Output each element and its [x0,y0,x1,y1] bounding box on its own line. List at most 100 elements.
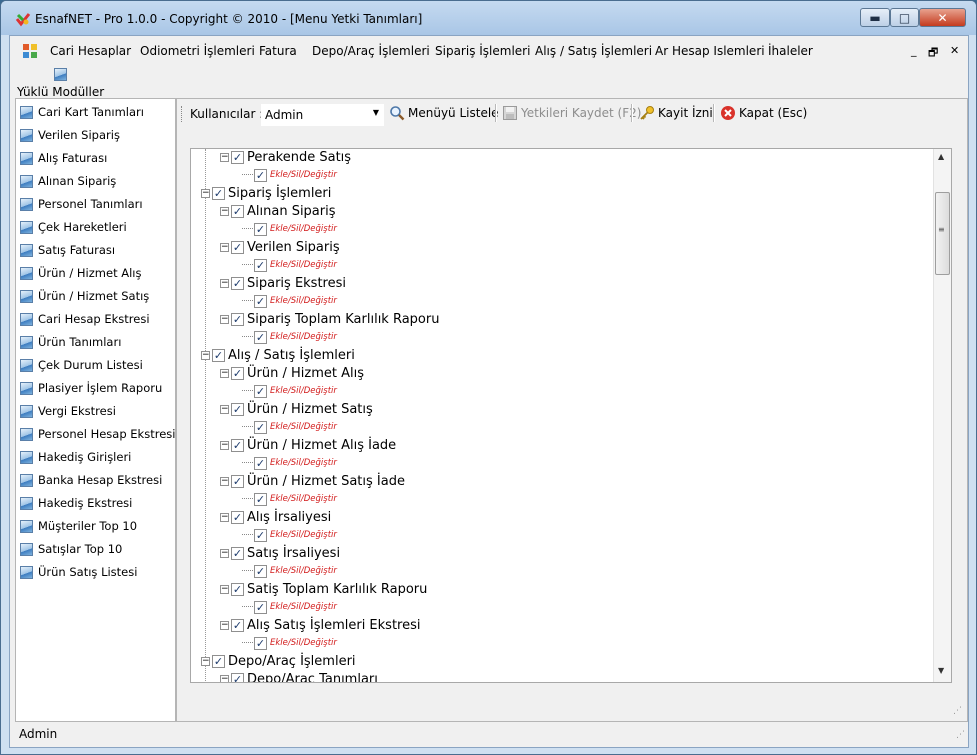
tree-checkbox[interactable]: ✓ [231,240,244,254]
sidebar-item[interactable]: Cari Kart Tanımları [20,102,144,122]
tree-checkbox[interactable]: ✓ [254,384,267,398]
menu-fatura[interactable]: Fatura [259,44,297,58]
tree-checkbox[interactable]: ✓ [254,330,267,344]
title-bar[interactable]: EsnafNET - Pro 1.0.0 - Copyright © 2010 … [1,1,976,35]
tree-checkbox[interactable]: ✓ [254,528,267,542]
tree-checkbox[interactable]: ✓ [231,276,244,290]
tree-checkbox[interactable]: ✓ [254,420,267,434]
tree-node[interactable]: − ✓ Depo/Araç Tanımları [220,670,378,682]
collapse-toggle-icon[interactable]: − [220,314,229,324]
tree-checkbox[interactable]: ✓ [231,366,244,380]
minimize-button[interactable]: ▬ [860,8,890,27]
collapse-toggle-icon[interactable]: − [220,476,229,486]
tree-node[interactable]: − ✓ Ürün / Hizmet Satış [220,400,373,418]
mdi-restore-button[interactable]: 🗗 [928,44,938,63]
menu-alis-satis-islemleri[interactable]: Alış / Satış İşlemleri [535,44,652,58]
sidebar-item[interactable]: Personel Tanımları [20,194,143,214]
tree-node[interactable]: − ✓ Sipariş İşlemleri [201,184,331,202]
tree-checkbox[interactable]: ✓ [231,582,244,596]
tree-permission-node[interactable]: ✓ Ekle/Sil/Değiştir [242,328,337,346]
tree-node[interactable]: − ✓ Alınan Sipariş [220,202,336,220]
tree-node[interactable]: − ✓ Alış Satış İşlemleri Ekstresi [220,616,421,634]
tree-checkbox[interactable]: ✓ [254,492,267,506]
sidebar-item[interactable]: Çek Hareketleri [20,217,127,237]
tree-node[interactable]: − ✓ Ürün / Hizmet Satış İade [220,472,405,490]
sidebar-item[interactable]: Hakediş Girişleri [20,447,131,467]
modules-image-icon[interactable] [54,68,67,81]
tree-node[interactable]: − ✓ Satış İrsaliyesi [220,544,340,562]
tree-checkbox[interactable]: ✓ [254,294,267,308]
tree-checkbox[interactable]: ✓ [231,510,244,524]
menu-cari-hesaplar[interactable]: Cari Hesaplar [50,44,131,58]
sidebar-item[interactable]: Ürün Tanımları [20,332,121,352]
sidebar-item[interactable]: Verilen Sipariş [20,125,120,145]
tree-permission-node[interactable]: ✓ Ekle/Sil/Değiştir [242,562,337,580]
tree-permission-node[interactable]: ✓ Ekle/Sil/Değiştir [242,526,337,544]
collapse-toggle-icon[interactable]: − [220,242,229,252]
scroll-down-arrow-icon[interactable]: ▼ [938,666,944,675]
collapse-toggle-icon[interactable]: − [220,278,229,288]
sidebar-item[interactable]: Alınan Sipariş [20,171,116,191]
tree-checkbox[interactable]: ✓ [254,168,267,182]
pane-size-grip-icon[interactable]: ⋰ [953,706,962,716]
save-permissions-button[interactable]: Yetkileri Kaydet (F2) [502,103,641,123]
tree-node[interactable]: − ✓ Alış / Satış İşlemleri [201,346,355,364]
sidebar-item[interactable]: Ürün / Hizmet Alış [20,263,141,283]
sidebar-item[interactable]: Plasiyer İşlem Raporu [20,378,162,398]
toolbar-grip[interactable] [181,106,185,122]
menu-odiometri-islemleri[interactable]: Odiometri İşlemleri [140,44,255,58]
tree-permission-node[interactable]: ✓ Ekle/Sil/Değiştir [242,454,337,472]
menu-ar-hesap-islemleri[interactable]: Ar Hesap Islemleri [655,44,765,58]
tree-node[interactable]: − ✓ Perakende Satış [220,149,351,166]
sidebar-item[interactable]: Personel Hesap Ekstresi [20,424,175,444]
menu-siparis-islemleri[interactable]: Sipariş İşlemleri [435,44,530,58]
save-permission-button[interactable]: Kayit İzni [639,103,713,123]
tree-checkbox[interactable]: ✓ [231,150,244,164]
menu-ihaleler[interactable]: İhaleler [768,44,813,58]
size-grip-icon[interactable]: ⋰ [956,730,965,740]
tree-permission-node[interactable]: ✓ Ekle/Sil/Değiştir [242,292,337,310]
tree-checkbox[interactable]: ✓ [231,618,244,632]
menu-depo-arac-islemleri[interactable]: Depo/Araç İşlemleri [312,44,430,58]
sidebar-item[interactable]: Alış Faturası [20,148,107,168]
tree-checkbox[interactable]: ✓ [254,564,267,578]
mdi-close-button[interactable]: ✕ [950,44,959,57]
scroll-up-arrow-icon[interactable]: ▲ [938,152,944,161]
tree-node[interactable]: − ✓ Depo/Araç İşlemleri [201,652,356,670]
tree-checkbox[interactable]: ✓ [254,222,267,236]
collapse-toggle-icon[interactable]: − [220,440,229,450]
tree-checkbox[interactable]: ✓ [231,546,244,560]
collapse-toggle-icon[interactable]: − [201,350,210,360]
collapse-toggle-icon[interactable]: − [201,656,210,666]
collapse-toggle-icon[interactable]: − [220,584,229,594]
tree-node[interactable]: − ✓ Verilen Sipariş [220,238,340,256]
tree-node[interactable]: − ✓ Satiş Toplam Karlılık Raporu [220,580,427,598]
sidebar-item[interactable]: Hakediş Ekstresi [20,493,132,513]
menu-permission-tree[interactable]: ▲ ≡ ▼ − ✓ Perakende Satış ✓ Ekle/Sil/Değişti… [190,148,952,683]
tree-vertical-scrollbar[interactable]: ▲ ≡ ▼ [933,149,951,682]
collapse-toggle-icon[interactable]: − [201,188,210,198]
sidebar-item[interactable]: Banka Hesap Ekstresi [20,470,162,490]
close-form-button[interactable]: Kapat (Esc) [720,103,807,123]
list-menu-button[interactable]: Menüyü Listele [389,103,499,123]
tree-permission-node[interactable]: ✓ Ekle/Sil/Değiştir [242,634,337,652]
tree-checkbox[interactable]: ✓ [231,312,244,326]
tree-checkbox[interactable]: ✓ [231,402,244,416]
collapse-toggle-icon[interactable]: − [220,512,229,522]
collapse-toggle-icon[interactable]: − [220,404,229,414]
tree-checkbox[interactable]: ✓ [212,654,225,668]
mdi-minimize-button[interactable]: _ [911,44,917,57]
collapse-toggle-icon[interactable]: − [220,368,229,378]
tree-node[interactable]: − ✓ Sipariş Ekstresi [220,274,346,292]
tree-checkbox[interactable]: ✓ [212,186,225,200]
sidebar-item[interactable]: Ürün Satış Listesi [20,562,137,582]
tree-permission-node[interactable]: ✓ Ekle/Sil/Değiştir [242,418,337,436]
sidebar-item[interactable]: Cari Hesap Ekstresi [20,309,150,329]
collapse-toggle-icon[interactable]: − [220,206,229,216]
maximize-button[interactable]: □ [890,8,919,27]
tree-node[interactable]: − ✓ Ürün / Hizmet Alış [220,364,364,382]
collapse-toggle-icon[interactable]: − [220,620,229,630]
tree-permission-node[interactable]: ✓ Ekle/Sil/Değiştir [242,490,337,508]
collapse-toggle-icon[interactable]: − [220,152,229,162]
tree-checkbox[interactable]: ✓ [231,474,244,488]
